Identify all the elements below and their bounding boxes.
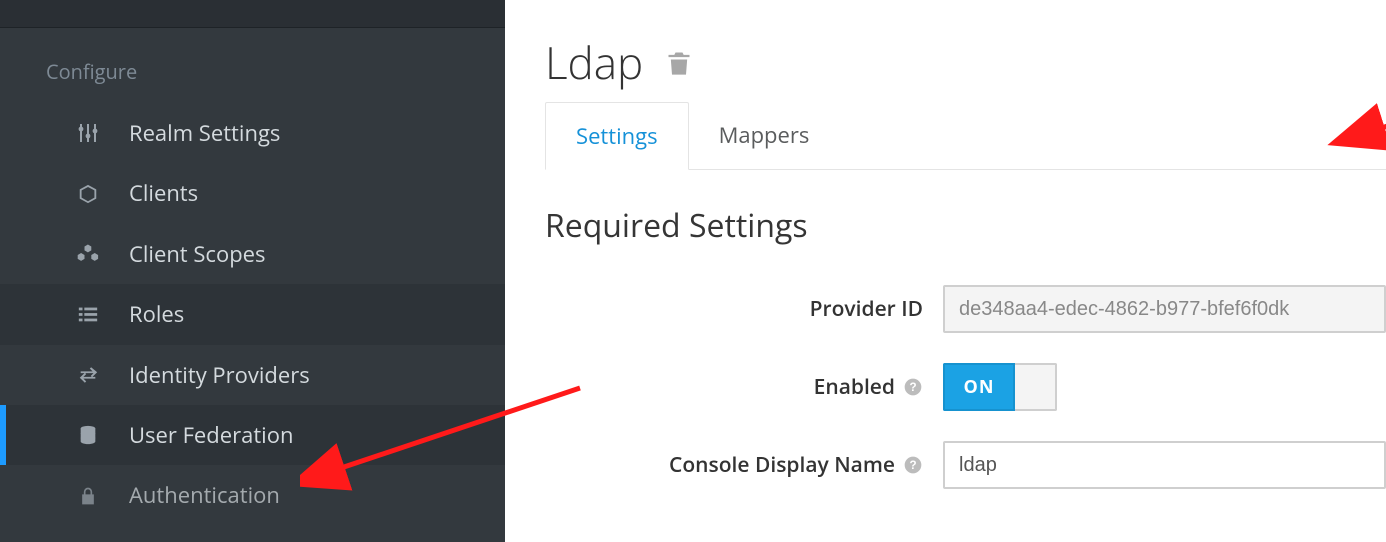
console-display-name-label: Console Display Name ? — [545, 451, 943, 479]
list-icon — [75, 301, 101, 327]
label-text: Enabled — [814, 373, 895, 401]
tab-settings[interactable]: Settings — [545, 102, 689, 170]
sidebar-item-label: Client Scopes — [129, 241, 266, 267]
sidebar-item-label: Clients — [129, 180, 198, 206]
trash-icon[interactable] — [665, 49, 693, 82]
sidebar-section-header: Configure — [0, 28, 505, 103]
console-display-name-input[interactable] — [943, 441, 1386, 489]
label-text: Console Display Name — [669, 451, 895, 479]
sidebar-item-label: Identity Providers — [129, 362, 310, 388]
page-title: Ldap — [545, 32, 643, 92]
sidebar-item-realm-settings[interactable]: Realm Settings — [0, 103, 505, 163]
sliders-icon — [75, 120, 101, 146]
form-row-console-display-name: Console Display Name ? — [545, 441, 1386, 489]
sidebar-item-label: Realm Settings — [129, 120, 280, 146]
sidebar-item-roles[interactable]: Roles — [0, 284, 505, 344]
sidebar-item-label: Authentication — [129, 482, 280, 508]
sidebar-item-authentication[interactable]: Authentication — [0, 465, 505, 508]
tabs: Settings Mappers — [545, 102, 1386, 170]
provider-id-label: Provider ID — [545, 295, 943, 323]
database-icon — [75, 422, 101, 448]
form-row-enabled: Enabled ? ON — [545, 363, 1386, 411]
sidebar-topbar — [0, 0, 505, 28]
page-title-row: Ldap — [545, 32, 1386, 92]
sidebar: Configure Realm Settings Clients Client … — [0, 0, 505, 542]
sidebar-item-label: Roles — [129, 301, 184, 327]
cubes-icon — [75, 241, 101, 267]
toggle-handle — [1015, 363, 1057, 411]
svg-text:?: ? — [909, 459, 916, 472]
provider-id-input — [943, 285, 1386, 333]
sidebar-item-clients[interactable]: Clients — [0, 163, 505, 223]
toggle-on-label: ON — [943, 363, 1015, 411]
console-display-name-input-wrap — [943, 441, 1386, 489]
help-icon[interactable]: ? — [903, 455, 923, 475]
cube-icon — [75, 181, 101, 207]
sidebar-item-user-federation[interactable]: User Federation — [0, 405, 505, 465]
main-panel: Ldap Settings Mappers Required Settings … — [505, 0, 1386, 542]
form-row-provider-id: Provider ID — [545, 285, 1386, 333]
sidebar-item-client-scopes[interactable]: Client Scopes — [0, 224, 505, 284]
provider-id-input-wrap — [943, 285, 1386, 333]
svg-text:?: ? — [909, 381, 916, 394]
lock-icon — [75, 483, 101, 509]
section-title: Required Settings — [545, 204, 1386, 247]
sidebar-item-identity-providers[interactable]: Identity Providers — [0, 345, 505, 405]
enabled-label: Enabled ? — [545, 373, 943, 401]
enabled-input-wrap: ON — [943, 363, 1386, 411]
sidebar-item-label: User Federation — [129, 422, 293, 448]
enabled-toggle[interactable]: ON — [943, 363, 1057, 411]
label-text: Provider ID — [810, 295, 923, 323]
exchange-icon — [75, 362, 101, 388]
help-icon[interactable]: ? — [903, 377, 923, 397]
tab-mappers[interactable]: Mappers — [689, 102, 840, 169]
